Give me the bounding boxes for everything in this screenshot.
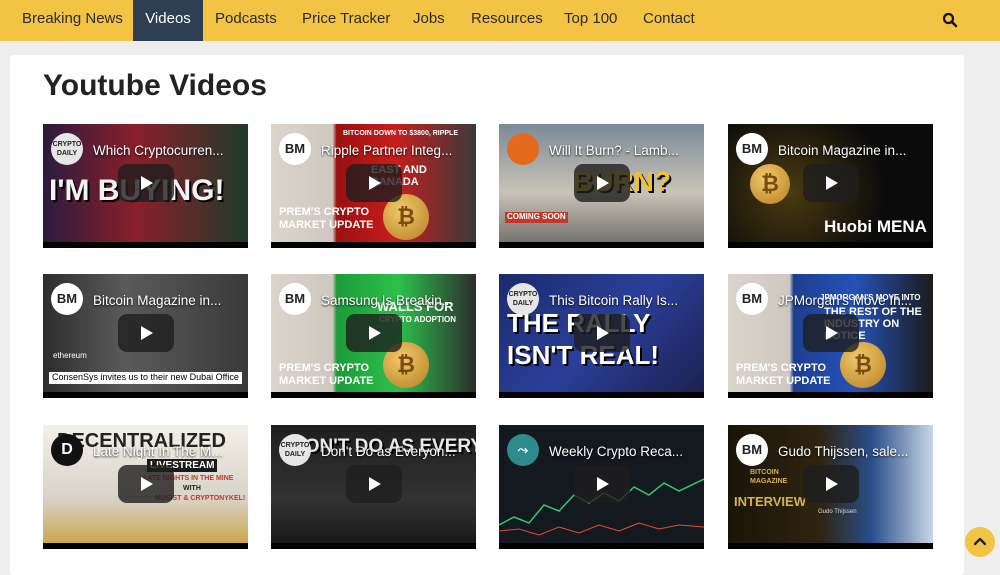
channel-avatar: D	[51, 434, 83, 466]
thumbnail-overlay-text: Huobi MENA	[824, 217, 927, 236]
video-title: Will It Burn? - Lamb...	[549, 143, 679, 158]
play-button-icon[interactable]	[803, 164, 859, 202]
video-title: Don't Do as Everyon...	[321, 444, 456, 459]
video-title: Weekly Crypto Reca...	[549, 444, 684, 459]
channel-avatar: BM	[736, 283, 768, 315]
nav-contact[interactable]: Contact	[643, 0, 695, 41]
channel-avatar	[507, 133, 539, 165]
channel-avatar: BM	[279, 283, 311, 315]
thumbnail-bottom-bar	[728, 242, 933, 248]
video-title: Bitcoin Magazine in...	[778, 143, 907, 158]
video-thumbnail-6[interactable]: WALLS FOR CRYPTO ADOPTION PREM'S CRYPTO …	[271, 274, 476, 398]
nav-price-tracker[interactable]: Price Tracker	[302, 0, 390, 41]
scroll-to-top-button[interactable]	[965, 527, 995, 557]
play-button-icon[interactable]	[118, 164, 174, 202]
nav-breaking-news[interactable]: Breaking News	[22, 0, 123, 41]
thumbnail-overlay-text: MARKET UPDATE	[736, 375, 831, 387]
thumbnail-overlay-text: BITCOIN	[750, 469, 779, 476]
thumbnail-bottom-bar	[271, 392, 476, 398]
thumbnail-overlay-text: MAGAZINE	[750, 478, 788, 485]
thumbnail-overlay-text: MARKET UPDATE	[279, 375, 374, 387]
thumbnail-overlay-text: MARKET UPDATE	[279, 219, 374, 231]
video-thumbnail-1[interactable]: I'M BUYING! CRYPTO DAILY Which Cryptocur…	[43, 124, 248, 248]
video-title: Ripple Partner Integ...	[321, 143, 453, 158]
video-thumbnail-5[interactable]: ethereum ConsenSys invites us to their n…	[43, 274, 248, 398]
play-button-icon[interactable]	[346, 164, 402, 202]
video-thumbnail-7[interactable]: THE RALLY ISN'T REAL! CRYPTO DAILY This …	[499, 274, 704, 398]
play-button-icon[interactable]	[574, 164, 630, 202]
thumbnail-bottom-bar	[271, 543, 476, 549]
thumbnail-overlay-text: INTERVIEW	[734, 494, 806, 509]
play-button-icon[interactable]	[118, 314, 174, 352]
video-thumbnail-4[interactable]: ₿ Huobi MENA BM Bitcoin Magazine in...	[728, 124, 933, 248]
channel-avatar: BM	[736, 434, 768, 466]
thumbnail-bottom-bar	[43, 392, 248, 398]
play-button-icon[interactable]	[803, 465, 859, 503]
thumbnail-overlay-text: COMING SOON	[505, 212, 568, 223]
video-title: JPMorgan's Move In...	[778, 293, 912, 308]
thumbnail-bottom-bar	[728, 392, 933, 398]
play-button-icon[interactable]	[346, 314, 402, 352]
video-thumbnail-11[interactable]: ⤳ Weekly Crypto Reca...	[499, 425, 704, 549]
video-title: Late Night In The M...	[93, 444, 223, 459]
thumbnail-bottom-bar	[43, 543, 248, 549]
channel-avatar: CRYPTO DAILY	[51, 133, 83, 165]
video-title: This Bitcoin Rally Is...	[549, 293, 679, 308]
thumbnail-bottom-bar	[271, 242, 476, 248]
search-icon[interactable]	[942, 12, 958, 28]
thumbnail-overlay-text: ConsenSys invites us to their new Dubai …	[49, 372, 242, 384]
thumbnail-bottom-bar	[43, 242, 248, 248]
video-thumbnail-9[interactable]: DECENTRALIZED LIVESTREAM LATE NIGHTS IN …	[43, 425, 248, 549]
nav-jobs[interactable]: Jobs	[413, 0, 445, 41]
thumbnail-bottom-bar	[728, 543, 933, 549]
thumbnail-overlay-text: PREM'S CRYPTO	[279, 206, 370, 218]
channel-avatar: CRYPTO DAILY	[279, 434, 311, 466]
video-title: Gudo Thijssen, sale...	[778, 444, 909, 459]
video-thumbnail-10[interactable]: DON'T DO AS EVERYONE CRYPTO DAILY Don't …	[271, 425, 476, 549]
play-button-icon[interactable]	[118, 465, 174, 503]
video-thumbnail-8[interactable]: JPMORGAN'S MOVE INTO THE REST OF THE IND…	[728, 274, 933, 398]
nav-podcasts[interactable]: Podcasts	[215, 0, 277, 41]
video-thumbnail-12[interactable]: BITCOIN MAGAZINE INTERVIEW Gudo Thijssen…	[728, 425, 933, 549]
thumbnail-overlay-text: BITCOIN DOWN TO $3800, RIPPLE	[343, 130, 459, 137]
thumbnail-bottom-bar	[499, 242, 704, 248]
section-title: Youtube Videos	[43, 69, 267, 102]
thumbnail-overlay-text: Gudo Thijssen	[818, 509, 857, 515]
channel-avatar: CRYPTO DAILY	[507, 283, 539, 315]
top-nav: Breaking News Videos Podcasts Price Trac…	[0, 0, 1000, 41]
thumbnail-overlay-text: ethereum	[53, 351, 87, 360]
share-icon: ⤳	[507, 434, 539, 466]
nav-resources[interactable]: Resources	[471, 0, 543, 41]
video-title: Which Cryptocurren...	[93, 143, 224, 158]
thumbnail-overlay-text: PREM'S CRYPTO	[279, 362, 370, 374]
video-title: Bitcoin Magazine in...	[93, 293, 222, 308]
play-button-icon[interactable]	[574, 465, 630, 503]
channel-avatar: BM	[279, 133, 311, 165]
channel-avatar: BM	[51, 283, 83, 315]
thumbnail-bottom-bar	[499, 392, 704, 398]
chevron-up-icon	[973, 537, 987, 546]
play-button-icon[interactable]	[574, 314, 630, 352]
play-button-icon[interactable]	[803, 314, 859, 352]
nav-videos[interactable]: Videos	[133, 0, 203, 41]
video-thumbnail-3[interactable]: BURN? COMING SOON Will It Burn? - Lamb..…	[499, 124, 704, 248]
channel-avatar: BM	[736, 133, 768, 165]
thumbnail-overlay-text: PREM'S CRYPTO	[736, 362, 827, 374]
video-thumbnail-2[interactable]: BITCOIN DOWN TO $3800, RIPPLE EAST AND C…	[271, 124, 476, 248]
thumbnail-bottom-bar	[499, 543, 704, 549]
video-title: Samsung Is Breakin...	[321, 293, 454, 308]
play-button-icon[interactable]	[346, 465, 402, 503]
bitcoin-coin-icon: ₿	[750, 164, 790, 204]
nav-top-100[interactable]: Top 100	[564, 0, 617, 41]
thumbnail-overlay-text: WITH	[183, 485, 201, 492]
